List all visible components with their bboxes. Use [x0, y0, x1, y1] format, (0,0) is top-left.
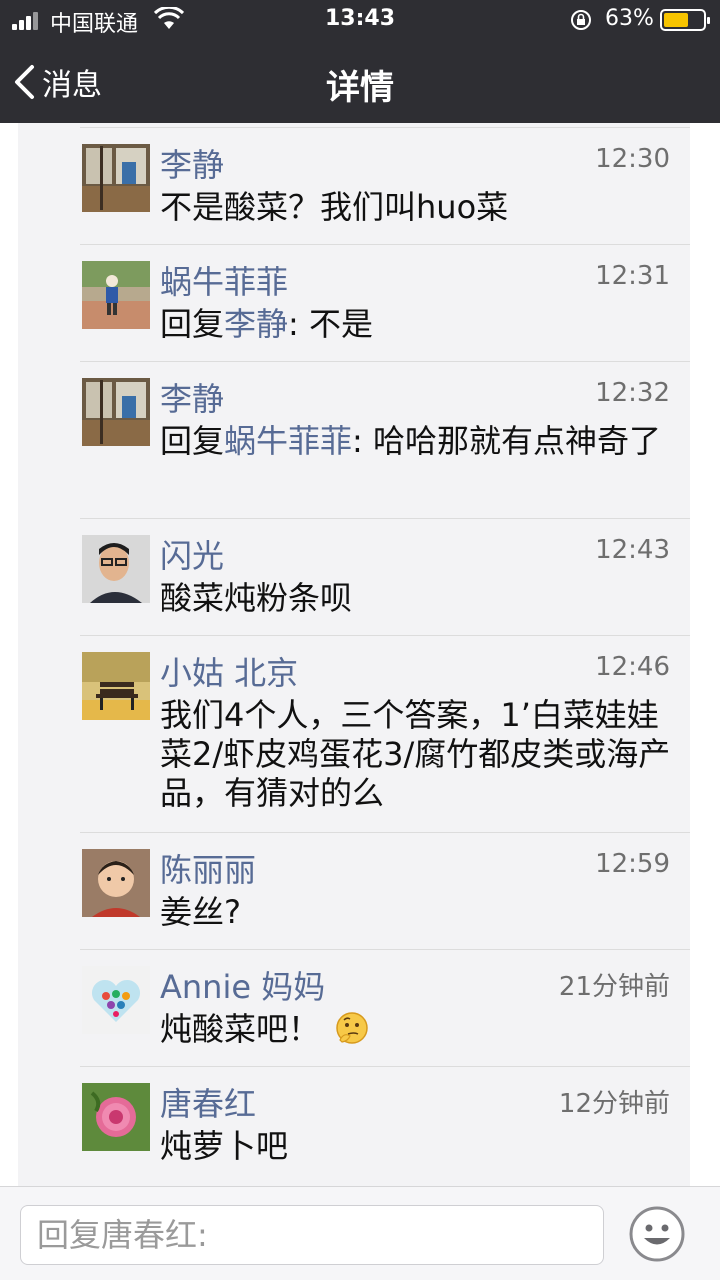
comment-text: 酸菜炖粉条呗: [160, 579, 353, 617]
comment-text: 姜丝?: [160, 893, 241, 931]
reply-bar: [0, 1186, 720, 1280]
nav-bar: 消息 详情: [0, 40, 720, 123]
commenter-name[interactable]: 闪光: [160, 531, 224, 577]
comment-item[interactable]: 李静 12:30 不是酸菜？我们叫huo菜: [18, 128, 690, 245]
reply-input[interactable]: [20, 1205, 604, 1265]
status-bar: 中国联通 13:43 63%: [0, 0, 720, 40]
thinking-emoji-icon: [336, 1012, 368, 1044]
emoji-button[interactable]: [628, 1205, 686, 1263]
heart-icons-avatar[interactable]: [82, 966, 150, 1034]
window-scene-avatar[interactable]: [82, 144, 150, 212]
comment-item[interactable]: Annie 妈妈 21分钟前 炖酸菜吧！: [18, 950, 690, 1067]
comment-time: 21分钟前: [558, 972, 670, 1002]
comment-time: 12分钟前: [558, 1089, 670, 1119]
comment-item[interactable]: 蜗牛菲菲 12:31 回复李静: 不是: [18, 245, 690, 362]
comment-time: 12:59: [595, 849, 670, 879]
comment-time: 12:43: [595, 535, 670, 565]
comment-time: 12:30: [595, 144, 670, 174]
comment-text: 炖萝卜吧: [160, 1127, 289, 1165]
comments-panel: 李静 12:30 不是酸菜？我们叫huo菜 蜗牛菲菲 12:31 回复李静: 不…: [18, 123, 690, 1186]
comment-time: 12:32: [595, 378, 670, 408]
comment-text: 回复蜗牛菲菲: 哈哈那就有点神奇了: [160, 422, 661, 460]
battery-percent: 63%: [605, 6, 654, 31]
battery-level-fill: [664, 13, 688, 27]
comment-item[interactable]: 闪光 12:43 酸菜炖粉条呗: [18, 519, 690, 636]
window-scene-avatar[interactable]: [82, 378, 150, 446]
comment-item[interactable]: 李静 12:32 回复蜗牛菲菲: 哈哈那就有点神奇了: [18, 362, 690, 519]
comment-time: 12:31: [595, 261, 670, 291]
comment-text: 不是酸菜？我们叫huo菜: [160, 188, 509, 226]
comment-text: 炖酸菜吧！: [160, 1010, 675, 1049]
commenter-name[interactable]: 李静: [160, 140, 224, 186]
battery-icon: [660, 9, 710, 31]
comment-time: 12:46: [595, 652, 670, 682]
top-bar: 中国联通 13:43 63% 消息 详情: [0, 0, 720, 123]
comment-text: 回复李静: 不是: [160, 305, 373, 343]
comment-item[interactable]: 陈丽丽 12:59 姜丝?: [18, 833, 690, 950]
commenter-name[interactable]: Annie 妈妈: [160, 962, 325, 1008]
commenter-name[interactable]: 唐春红: [160, 1079, 256, 1125]
commenter-name[interactable]: 蜗牛菲菲: [160, 257, 288, 303]
reply-to-name[interactable]: 李静: [224, 305, 288, 343]
child-walking-avatar[interactable]: [82, 261, 150, 329]
child-face-avatar[interactable]: [82, 849, 150, 917]
comment-item[interactable]: 唐春红 12分钟前 炖萝卜吧: [18, 1067, 690, 1184]
comment-item[interactable]: 小姑 北京 12:46 我们4个人，三个答案，1’白菜娃娃菜2/虾皮鸡蛋花3/腐…: [18, 636, 690, 833]
commenter-name[interactable]: 李静: [160, 374, 224, 420]
peony-flower-avatar[interactable]: [82, 1083, 150, 1151]
comment-text: 我们4个人，三个答案，1’白菜娃娃菜2/虾皮鸡蛋花3/腐竹都皮类或海产品，有猜对…: [160, 696, 671, 812]
reply-to-name[interactable]: 蜗牛菲菲: [224, 422, 352, 460]
rotation-lock-icon: [571, 10, 591, 30]
man-glasses-avatar[interactable]: [82, 535, 150, 603]
commenter-name[interactable]: 陈丽丽: [160, 845, 256, 891]
commenter-name[interactable]: 小姑 北京: [160, 648, 298, 694]
page-title: 详情: [326, 68, 394, 108]
park-bench-avatar[interactable]: [82, 652, 150, 720]
